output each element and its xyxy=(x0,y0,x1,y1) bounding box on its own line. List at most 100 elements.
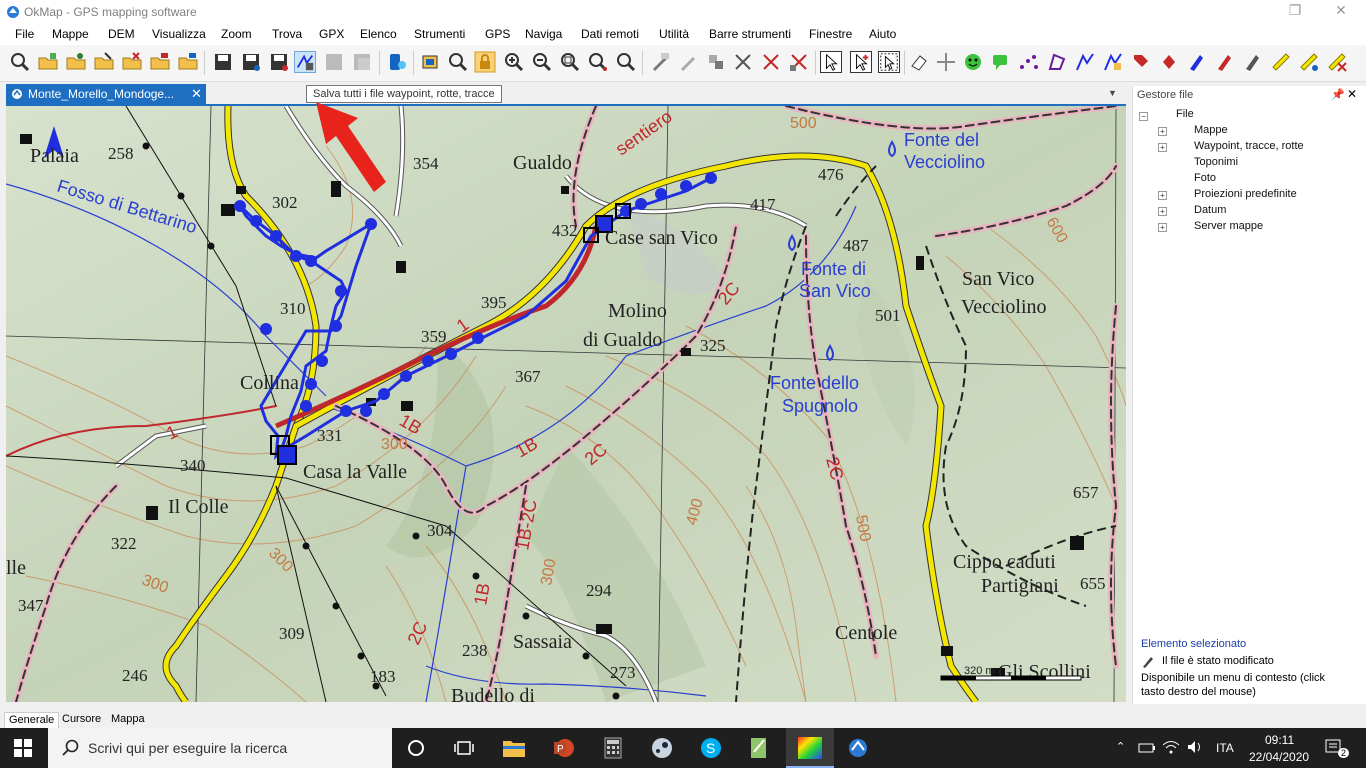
ruler-clear-icon[interactable] xyxy=(1326,51,1348,73)
map-view[interactable]: Palaia Gualdo Case san Vico Collina Casa… xyxy=(6,106,1126,702)
document-tab[interactable]: Monte_Morello_Mondoge... ✕ xyxy=(6,84,206,104)
menu-elenco[interactable]: Elenco xyxy=(360,27,397,41)
menu-barre-strumenti[interactable]: Barre strumenti xyxy=(709,27,791,41)
wifi-icon[interactable] xyxy=(1162,739,1180,755)
delete-points-icon[interactable] xyxy=(760,51,782,73)
taskbar-search[interactable]: Scrivi qui per eseguire la ricerca xyxy=(48,728,392,768)
gps-device-icon[interactable] xyxy=(386,51,408,73)
route-edit-icon[interactable] xyxy=(1102,51,1124,73)
route-draw-icon[interactable] xyxy=(1074,51,1096,73)
open-folder-names-icon[interactable] xyxy=(177,51,199,73)
crosshair-icon[interactable] xyxy=(935,51,957,73)
tab-cursore[interactable]: Cursore xyxy=(58,712,105,727)
zoom-one-to-one-icon[interactable] xyxy=(615,51,637,73)
save-disabled-icon[interactable] xyxy=(323,51,345,73)
menu-dem[interactable]: DEM xyxy=(108,27,135,41)
tree-item-mappe[interactable]: Mappe xyxy=(1194,124,1228,136)
tree-item-server[interactable]: Server mappe xyxy=(1194,220,1263,232)
close-window-button[interactable]: ✕ xyxy=(1318,0,1364,24)
ruler-icon[interactable] xyxy=(1270,51,1292,73)
tab-generale[interactable]: Generale xyxy=(4,712,60,728)
zoom-scale-icon[interactable] xyxy=(587,51,609,73)
save-icon[interactable] xyxy=(212,51,234,73)
cortana-icon[interactable] xyxy=(406,738,426,758)
powerpoint-icon[interactable]: P xyxy=(552,737,576,759)
delete-segment-icon[interactable] xyxy=(788,51,810,73)
clock-date[interactable]: 22/04/2020 xyxy=(1249,750,1309,764)
menu-gpx[interactable]: GPX xyxy=(319,27,344,41)
select-arrow-icon[interactable] xyxy=(820,51,842,73)
save-all-gps-files-icon[interactable] xyxy=(294,51,316,73)
save-as-icon[interactable] xyxy=(240,51,262,73)
eraser-icon[interactable] xyxy=(908,51,930,73)
menu-zoom[interactable]: Zoom xyxy=(221,27,252,41)
task-view-icon[interactable] xyxy=(454,739,474,757)
move-icon[interactable] xyxy=(705,51,727,73)
select-add-icon[interactable] xyxy=(850,51,872,73)
track-points-icon[interactable] xyxy=(1018,51,1040,73)
panel-close-icon[interactable]: ✕ xyxy=(1347,87,1357,101)
menu-gps[interactable]: GPS xyxy=(485,27,510,41)
tree-item-proiezioni[interactable]: Proiezioni predefinite xyxy=(1194,188,1297,200)
restore-button[interactable]: ❐ xyxy=(1272,0,1318,24)
tree-item-foto[interactable]: Foto xyxy=(1194,172,1216,184)
file-explorer-icon[interactable] xyxy=(502,737,526,759)
menu-dati-remoti[interactable]: Dati remoti xyxy=(581,27,639,41)
open-folder-track-icon[interactable] xyxy=(121,51,143,73)
clock-time[interactable]: 09:11 xyxy=(1265,733,1294,747)
menu-trova[interactable]: Trova xyxy=(272,27,302,41)
menu-file[interactable]: File xyxy=(15,27,34,41)
smiley-icon[interactable] xyxy=(962,51,984,73)
language-indicator[interactable]: ITA xyxy=(1216,741,1234,755)
ruler-pen-icon[interactable] xyxy=(1242,51,1264,73)
open-map-icon[interactable] xyxy=(9,51,31,73)
menu-utilita[interactable]: Utilità xyxy=(659,27,689,41)
tree-item-waypoint[interactable]: Waypoint, tracce, rotte xyxy=(1194,140,1304,152)
select-box-icon[interactable] xyxy=(878,51,900,73)
menu-strumenti[interactable]: Strumenti xyxy=(414,27,465,41)
map-list-icon[interactable] xyxy=(420,51,442,73)
steam-icon[interactable] xyxy=(650,737,674,759)
save-waypoints-icon[interactable] xyxy=(268,51,290,73)
edit-waypoint-icon[interactable] xyxy=(649,51,671,73)
tab-dropdown-icon[interactable]: ▼ xyxy=(1108,88,1117,98)
ruler-distance-icon[interactable] xyxy=(1298,51,1320,73)
tree-expander[interactable]: + xyxy=(1158,127,1167,136)
search-icon[interactable] xyxy=(447,51,469,73)
skype-icon[interactable]: S xyxy=(700,737,722,759)
close-tab-icon[interactable]: ✕ xyxy=(191,86,202,102)
diamond-marker-icon[interactable] xyxy=(1158,51,1180,73)
tree-root-file[interactable]: File xyxy=(1176,108,1194,120)
waypoint-note-icon[interactable] xyxy=(990,51,1012,73)
zoom-window-icon[interactable] xyxy=(559,51,581,73)
tree-expander[interactable]: + xyxy=(1158,143,1167,152)
pen-blue-icon[interactable] xyxy=(1186,51,1208,73)
tray-chevron-icon[interactable]: ⌃ xyxy=(1116,740,1125,753)
lock-icon[interactable] xyxy=(474,51,496,73)
menu-mappe[interactable]: Mappe xyxy=(52,27,89,41)
tab-mappa[interactable]: Mappa xyxy=(107,712,149,727)
track-loop-icon[interactable] xyxy=(1046,51,1068,73)
open-folder-photo-icon[interactable] xyxy=(149,51,171,73)
open-folder-waypoint-icon[interactable] xyxy=(65,51,87,73)
open-folder-icon[interactable] xyxy=(37,51,59,73)
tree-expander[interactable]: + xyxy=(1158,191,1167,200)
battery-icon[interactable] xyxy=(1138,741,1156,755)
tree-expander[interactable]: + xyxy=(1158,223,1167,232)
edit-route-icon[interactable] xyxy=(677,51,699,73)
pin-icon[interactable]: 📌 xyxy=(1331,88,1345,101)
volume-icon[interactable] xyxy=(1186,739,1204,755)
okmap-taskbar-icon[interactable] xyxy=(846,737,870,759)
open-folder-route-icon[interactable] xyxy=(93,51,115,73)
menu-finestre[interactable]: Finestre xyxy=(809,27,852,41)
split-icon[interactable] xyxy=(732,51,754,73)
save-copy-disabled-icon[interactable] xyxy=(351,51,373,73)
menu-aiuto[interactable]: Aiuto xyxy=(869,27,896,41)
pen-red-icon[interactable] xyxy=(1214,51,1236,73)
menu-visualizza[interactable]: Visualizza xyxy=(152,27,206,41)
windows-start-icon[interactable] xyxy=(14,739,32,757)
color-app-icon[interactable] xyxy=(797,736,823,760)
tree-expander[interactable]: + xyxy=(1158,207,1167,216)
tree-item-datum[interactable]: Datum xyxy=(1194,204,1226,216)
menu-naviga[interactable]: Naviga xyxy=(525,27,562,41)
